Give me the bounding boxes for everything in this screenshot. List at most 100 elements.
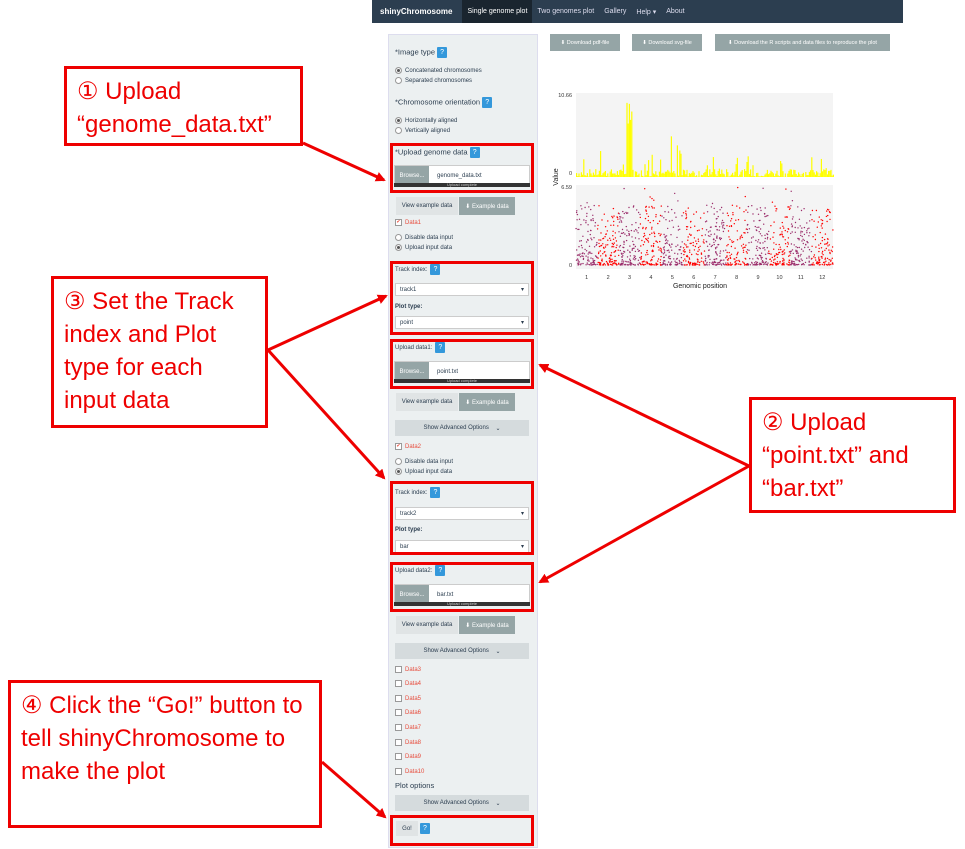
checkbox-icon[interactable] [395, 680, 402, 687]
data8-checkbox[interactable]: Data8 [395, 739, 421, 746]
radio-icon[interactable] [395, 234, 402, 241]
checkbox-icon[interactable] [395, 739, 402, 746]
point [718, 263, 720, 265]
point [770, 225, 772, 227]
point [629, 245, 631, 247]
data4-checkbox[interactable]: Data4 [395, 680, 421, 687]
point [590, 237, 592, 239]
bar [750, 169, 752, 177]
point [637, 263, 639, 265]
point [809, 232, 811, 234]
data2-checkbox[interactable]: ✔ Data2 [395, 443, 421, 450]
point [734, 247, 736, 249]
checkbox-icon[interactable]: ✔ [395, 443, 402, 450]
data5-checkbox[interactable]: Data5 [395, 695, 421, 702]
point [618, 231, 620, 233]
download-pdf-button[interactable]: ⬇ Download pdf-file [550, 34, 620, 51]
point [787, 264, 789, 266]
bar [668, 171, 670, 177]
point [685, 212, 687, 215]
nav-single-genome[interactable]: Single genome plot [462, 0, 533, 23]
orientation-option-horizontal[interactable]: Horizontally aligned [395, 117, 457, 124]
help-icon[interactable]: ? [437, 47, 448, 58]
example-data-button[interactable]: ⬇ Example data [459, 616, 515, 634]
show-advanced-button[interactable]: Show Advanced Options ⌄ [395, 643, 529, 659]
bar [828, 170, 830, 177]
radio-icon[interactable] [395, 127, 402, 134]
show-advanced-button[interactable]: Show Advanced Options ⌄ [395, 420, 529, 436]
point [726, 245, 728, 247]
point [826, 210, 828, 212]
point [664, 235, 666, 237]
data1-disable-option[interactable]: Disable data input [395, 234, 453, 241]
point [689, 263, 691, 265]
app-brand[interactable]: shinyChromosome [372, 7, 462, 16]
show-advanced-button[interactable]: Show Advanced Options ⌄ [395, 795, 529, 811]
checkbox-icon[interactable] [395, 666, 402, 673]
checkbox-icon[interactable] [395, 768, 402, 775]
example-data-button[interactable]: ⬇ Example data [459, 393, 515, 411]
download-scripts-button[interactable]: ⬇ Download the R scripts and data files … [715, 34, 890, 51]
radio-icon[interactable] [395, 468, 402, 475]
bar [642, 175, 644, 177]
checkbox-icon[interactable] [395, 753, 402, 760]
checkbox-icon[interactable]: ✔ [395, 219, 402, 226]
point [602, 264, 604, 266]
checkbox-icon[interactable] [395, 709, 402, 716]
point [590, 262, 593, 264]
bar [601, 175, 603, 177]
point [763, 213, 766, 215]
point [806, 230, 808, 232]
radio-icon[interactable] [395, 244, 402, 251]
radio-icon[interactable] [395, 458, 402, 465]
radio-icon[interactable] [395, 67, 402, 74]
data2-disable-option[interactable]: Disable data input [395, 458, 453, 465]
orientation-option-vertical[interactable]: Vertically aligned [395, 127, 450, 134]
radio-icon[interactable] [395, 77, 402, 84]
point [653, 207, 655, 209]
point [748, 228, 751, 230]
view-example-button[interactable]: View example data [396, 616, 458, 634]
data9-checkbox[interactable]: Data9 [395, 753, 421, 760]
point [584, 206, 586, 209]
view-example-button[interactable]: View example data [396, 197, 458, 215]
point [787, 228, 790, 230]
point [668, 255, 670, 258]
point [798, 218, 801, 220]
bar [734, 171, 736, 177]
data6-checkbox[interactable]: Data6 [395, 709, 421, 716]
image-type-option-concatenated[interactable]: Concatenated chromosomes [395, 67, 482, 74]
data3-checkbox[interactable]: Data3 [395, 666, 421, 673]
data10-checkbox[interactable]: Data10 [395, 768, 424, 775]
nav-about[interactable]: About [661, 0, 689, 23]
point [715, 253, 718, 255]
view-example-button[interactable]: View example data [396, 393, 458, 411]
point [579, 253, 581, 255]
data7-checkbox[interactable]: Data7 [395, 724, 421, 731]
point [735, 256, 738, 259]
example-data-button[interactable]: ⬇ Example data [459, 197, 515, 215]
nav-two-genomes[interactable]: Two genomes plot [532, 0, 599, 23]
point [790, 250, 792, 252]
radio-icon[interactable] [395, 117, 402, 124]
checkbox-icon[interactable] [395, 724, 402, 731]
point [667, 227, 669, 230]
data1-checkbox[interactable]: ✔ Data1 [395, 219, 421, 226]
image-type-option-separated[interactable]: Separated chromosomes [395, 77, 472, 84]
checkbox-icon[interactable] [395, 695, 402, 702]
nav-help[interactable]: Help ▾ [631, 0, 661, 23]
bar [680, 153, 682, 177]
point [619, 235, 622, 237]
point [644, 228, 647, 230]
data2-upload-option[interactable]: Upload input data [395, 468, 452, 475]
point [668, 251, 670, 253]
download-svg-button[interactable]: ⬇ Download svg-file [632, 34, 702, 51]
data1-upload-option[interactable]: Upload input data [395, 244, 452, 251]
help-icon[interactable]: ? [482, 97, 493, 108]
point [762, 247, 764, 249]
point [727, 258, 730, 260]
point [791, 218, 794, 220]
nav-gallery[interactable]: Gallery [599, 0, 631, 23]
point [620, 221, 623, 223]
bar [774, 176, 776, 177]
